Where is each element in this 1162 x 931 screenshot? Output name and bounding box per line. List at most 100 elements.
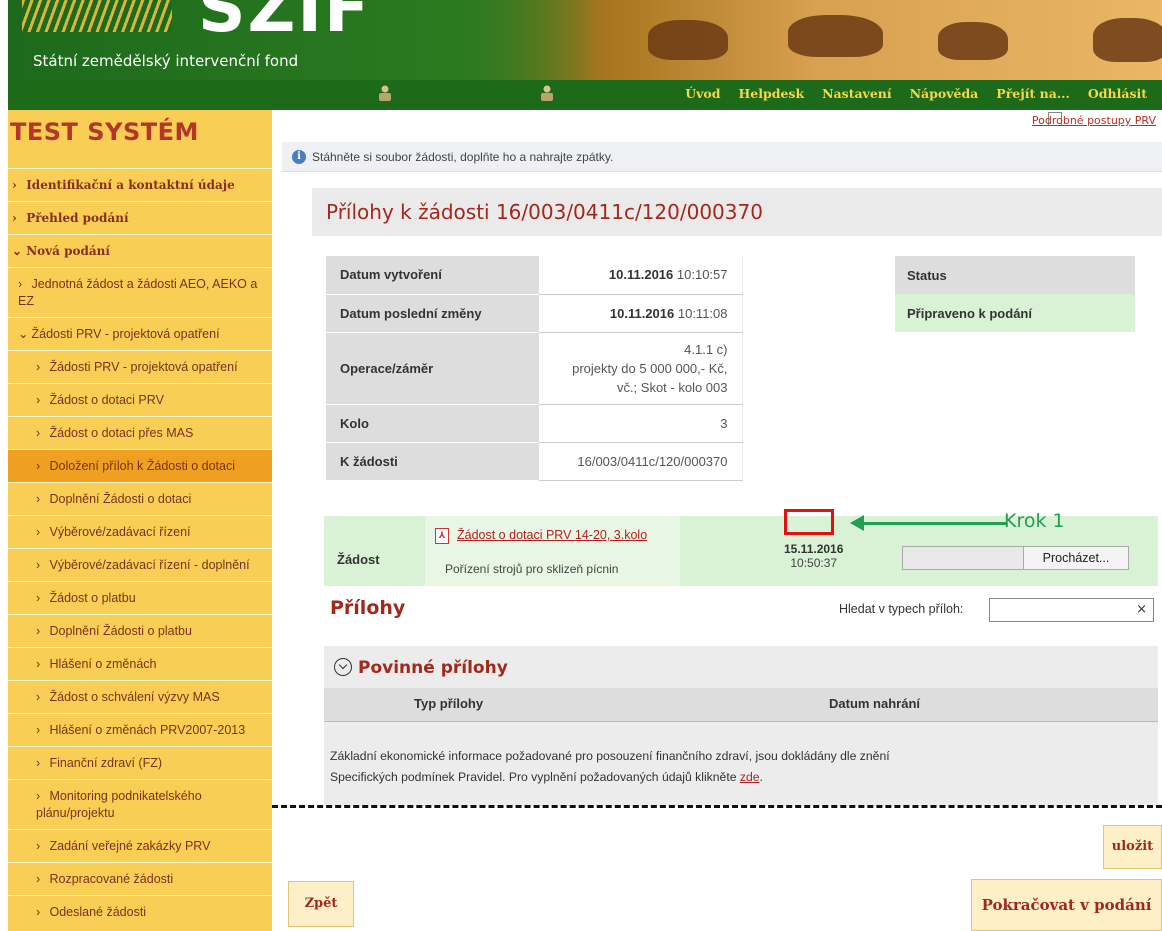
chevron-right-icon: › <box>36 492 41 506</box>
sidebar-item-schvaleni-vyzvy-mas[interactable]: › Žádost o schválení výzvy MAS <box>8 680 272 713</box>
search-label: Hledat v typech příloh: <box>839 602 964 616</box>
status-badge: Připraveno k podání <box>895 294 1135 332</box>
column-header-typ: Typ přílohy <box>414 696 484 711</box>
sidebar-item-jednotna-zadost[interactable]: › Jednotná žádost a žádosti AEO, AEKO a … <box>8 267 272 317</box>
document-block: ⅄ Žádost o dotaci PRV 14-20, 3.kolo Poří… <box>425 516 680 586</box>
cow-silhouette-icon <box>648 20 728 60</box>
detail-value: 4.1.1 c) projekty do 5 000 000,- Kč, vč.… <box>539 332 743 405</box>
nav-uvod[interactable]: Úvod <box>676 82 729 105</box>
application-details-table: Datum vytvoření 10.11.2016 10:10:57 Datu… <box>326 256 743 481</box>
sidebar-item-label: Doložení příloh k Žádosti o dotaci <box>49 459 236 473</box>
sidebar-item-monitoring[interactable]: › Monitoring podnikatelského plánu/proje… <box>8 779 272 829</box>
org-name: Státní zemědělský intervenční fond <box>33 52 299 70</box>
sidebar-item-financni-zdravi[interactable]: › Finanční zdraví (FZ) <box>8 746 272 779</box>
collapse-chevron-icon[interactable] <box>334 658 352 676</box>
detail-value: 16/003/0411c/120/000370 <box>539 442 743 481</box>
sidebar-item-odeslane[interactable]: › Odeslané žádosti <box>8 895 272 928</box>
cow-silhouette-icon <box>1093 18 1162 62</box>
application-document-link[interactable]: Žádost o dotaci PRV 14-20, 3.kolo <box>457 528 647 542</box>
sidebar-item-nova-podani[interactable]: ⌄ Nová podání <box>8 234 272 267</box>
sidebar-item-label: Výběrové/zadávací řízení <box>49 525 191 539</box>
sidebar-item-label: Identifikační a kontaktní údaje <box>26 178 235 192</box>
sidebar-item-label: Žádost o dotaci přes MAS <box>49 426 194 440</box>
upload-date-day: 15.11.2016 <box>784 542 844 556</box>
sidebar-item-label: Žádost o platbu <box>49 591 136 605</box>
continue-button[interactable]: Pokračovat v podání <box>971 879 1162 931</box>
sidebar-item-zadost-o-platbu[interactable]: › Žádost o platbu <box>8 581 272 614</box>
financial-health-info: Základní ekonomické informace požadované… <box>330 746 970 788</box>
detail-key: K žádosti <box>326 442 539 481</box>
logo-rays-icon <box>22 0 172 32</box>
document-description: Pořízení strojů pro sklizeň pícnin <box>445 562 619 576</box>
chevron-right-icon: › <box>36 426 41 440</box>
nav-odhlasit[interactable]: Odhlásit <box>1079 82 1156 105</box>
column-header-datum: Datum nahrání <box>829 696 921 711</box>
file-path-input[interactable]: Procházet... <box>902 546 1129 570</box>
detail-value: 3 <box>539 404 743 443</box>
nav-helpdesk[interactable]: Helpdesk <box>729 82 813 105</box>
chevron-right-icon: › <box>36 393 41 407</box>
status-header: Status <box>895 256 1135 294</box>
detail-key: Datum vytvoření <box>326 256 539 295</box>
sidebar-item-zadosti-prv-group[interactable]: ⌄ Žádosti PRV - projektová opatření <box>8 317 272 350</box>
zde-link[interactable]: zde <box>740 770 760 784</box>
nav-napoveda[interactable]: Nápověda <box>901 82 988 105</box>
table-header: Typ přílohy Datum nahrání <box>324 688 1158 722</box>
chevron-right-icon: › <box>12 211 17 225</box>
sidebar-item-dolozeni-priloh[interactable]: › Doložení příloh k Žádosti o dotaci <box>8 449 272 482</box>
sidebar-item-prehled-podani[interactable]: › Přehled podání <box>8 201 272 234</box>
nav-nastaveni[interactable]: Nastavení <box>813 82 901 105</box>
chevron-right-icon: › <box>36 872 41 886</box>
detail-time: 10:10:57 <box>676 267 728 283</box>
sidebar-item-verejna-zakazka[interactable]: › Zadání veřejné zakázky PRV <box>8 829 272 862</box>
chevron-down-icon: ⌄ <box>12 244 23 258</box>
chevron-right-icon: › <box>36 905 41 919</box>
sidebar-item-label: Doplnění Žádosti o platbu <box>49 624 192 638</box>
sidebar-item-doplneni-zadosti[interactable]: › Doplnění Žádosti o dotaci <box>8 482 272 515</box>
chevron-right-icon: › <box>36 624 41 638</box>
sidebar-item-zadost-pres-mas[interactable]: › Žádost o dotaci přes MAS <box>8 416 272 449</box>
sidebar-item-hlaseni-o-zmenach[interactable]: › Hlášení o změnách <box>8 647 272 680</box>
detail-value: 10.11.2016 10:10:57 <box>539 256 743 295</box>
detail-line: projekty do 5 000 000,- Kč, <box>572 360 728 376</box>
search-input[interactable]: × <box>989 598 1154 622</box>
sidebar-item-identifikacni-udaje[interactable]: › Identifikační a kontaktní údaje <box>8 168 272 201</box>
logo-area[interactable]: SZIF Státní zemědělský intervenční fond <box>8 0 598 80</box>
sidebar-item-hlaseni-prv2007[interactable]: › Hlášení o změnách PRV2007-2013 <box>8 713 272 746</box>
sidebar-item-zadost-o-dotaci-prv[interactable]: › Žádost o dotaci PRV <box>8 383 272 416</box>
user-settings-icon[interactable] <box>540 84 554 102</box>
sidebar-item-doplneni-platby[interactable]: › Doplnění Žádosti o platbu <box>8 614 272 647</box>
detail-key: Operace/záměr <box>326 332 539 405</box>
sidebar-item-label: Odeslané žádosti <box>49 905 147 919</box>
chevron-right-icon: › <box>18 277 23 291</box>
section-toggle[interactable]: Povinné přílohy <box>334 658 508 678</box>
sidebar-item-vyberove-rizeni[interactable]: › Výběrové/zadávací řízení <box>8 515 272 548</box>
detail-key: Datum poslední změny <box>326 294 539 333</box>
back-button[interactable]: Zpět <box>288 881 354 927</box>
sidebar-item-rozpracovane[interactable]: › Rozpracované žádosti <box>8 862 272 895</box>
sidebar-item-label: Doplnění Žádosti o dotaci <box>49 492 192 506</box>
table-row: K žádosti 16/003/0411c/120/000370 <box>326 442 743 481</box>
chevron-right-icon: › <box>12 178 17 192</box>
main-nav: Úvod Helpdesk Nastavení Nápověda Přejít … <box>676 82 1156 105</box>
clear-icon[interactable]: × <box>1136 602 1147 617</box>
chevron-right-icon: › <box>36 360 41 374</box>
info-text-line: Základní ekonomické informace požadované… <box>330 749 890 763</box>
chevron-right-icon: › <box>36 459 41 473</box>
sidebar-item-label: Nová podání <box>26 244 110 258</box>
podrobne-postupy-link[interactable]: Podrobné postupy PRV <box>1032 114 1156 127</box>
logo-text: SZIF <box>198 0 372 47</box>
sidebar-item-label: Jednotná žádost a žádosti AEO, AEKO a EZ <box>18 277 258 308</box>
user-icon[interactable] <box>378 84 392 102</box>
upload-date: 15.11.2016 10:50:37 <box>784 542 843 570</box>
sidebar-item-label: Finanční zdraví (FZ) <box>49 756 163 770</box>
sidebar-item-zadosti-prv[interactable]: › Žádosti PRV - projektová opatření <box>8 350 272 383</box>
browse-button[interactable]: Procházet... <box>1023 546 1129 570</box>
save-button[interactable]: uložit <box>1103 825 1162 869</box>
main-content: Podrobné postupy PRV i Stáhněte si soubo… <box>272 110 1162 931</box>
sidebar-item-vyberove-rizeni-doplneni[interactable]: › Výběrové/zadávací řízení - doplnění <box>8 548 272 581</box>
nav-prejit-na[interactable]: Přejít na... <box>987 82 1079 105</box>
sidebar-item-label: Přehled podání <box>26 211 129 225</box>
sidebar-item-label: Žádosti PRV - projektová opatření <box>31 327 220 341</box>
sidebar-item-label: Hlášení o změnách <box>49 657 157 671</box>
